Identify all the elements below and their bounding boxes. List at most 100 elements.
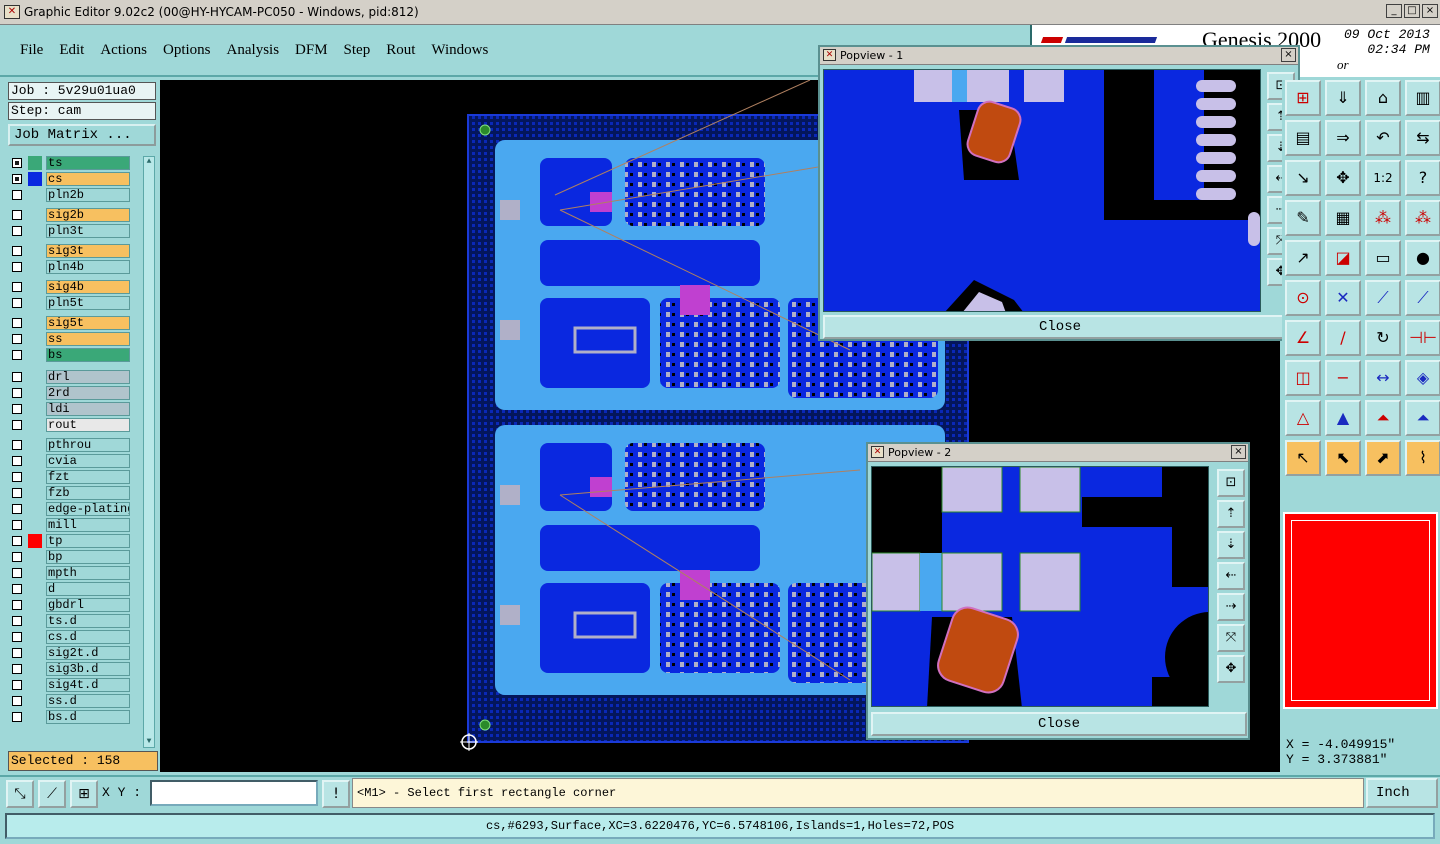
- layer-checkbox[interactable]: [12, 350, 22, 360]
- layer-checkbox[interactable]: [12, 456, 22, 466]
- layer-color-swatch[interactable]: [28, 280, 42, 294]
- layer-color-swatch[interactable]: [28, 502, 42, 516]
- layer-name[interactable]: sig3b.d: [46, 662, 130, 676]
- layer-scrollbar[interactable]: ▲ ▼: [143, 156, 155, 748]
- layer-row[interactable]: pln5t: [8, 296, 133, 310]
- layer-checkbox[interactable]: [12, 696, 22, 706]
- layer-color-swatch[interactable]: [28, 486, 42, 500]
- popview-2-close-icon[interactable]: ×: [1231, 445, 1246, 459]
- layer-name[interactable]: pln3t: [46, 224, 130, 238]
- layer-checkbox[interactable]: [12, 388, 22, 398]
- layer-name[interactable]: cs.d: [46, 630, 130, 644]
- triangle-icon[interactable]: △: [1285, 400, 1321, 436]
- menu-edit[interactable]: Edit: [51, 42, 92, 59]
- layer-checkbox[interactable]: [12, 600, 22, 610]
- layer-checkbox[interactable]: [12, 420, 22, 430]
- layer-row[interactable]: bp: [8, 550, 133, 564]
- line-icon[interactable]: ⟋: [1365, 280, 1401, 316]
- menu-analysis[interactable]: Analysis: [219, 42, 288, 59]
- layer-row[interactable]: pln2b: [8, 188, 133, 202]
- zoom-fit-icon[interactable]: ⤧: [1217, 624, 1245, 652]
- layer-color-swatch[interactable]: [28, 172, 42, 186]
- cursor-box-icon[interactable]: ⬉: [1325, 440, 1361, 476]
- layer-row[interactable]: sig4b: [8, 280, 133, 294]
- layer-row[interactable]: d: [8, 582, 133, 596]
- layer-name[interactable]: drl: [46, 370, 130, 384]
- menu-dfm[interactable]: DFM: [287, 42, 336, 59]
- zoom-out-icon[interactable]: ↘: [1285, 160, 1321, 196]
- layer-row[interactable]: cs.d: [8, 630, 133, 644]
- layer-checkbox[interactable]: [12, 372, 22, 382]
- layer-name[interactable]: fzt: [46, 470, 130, 484]
- layer-row[interactable]: ts.d: [8, 614, 133, 628]
- minimize-button[interactable]: _: [1386, 4, 1402, 18]
- layer-row[interactable]: sig2t.d: [8, 646, 133, 660]
- split-icon[interactable]: ▥: [1405, 80, 1440, 116]
- minus-icon[interactable]: −: [1325, 360, 1361, 396]
- layer-row[interactable]: bs.d: [8, 710, 133, 724]
- layer-name[interactable]: mpth: [46, 566, 130, 580]
- menu-file[interactable]: File: [12, 42, 51, 59]
- graph-icon[interactable]: ⊞: [1285, 80, 1321, 116]
- layer-checkbox[interactable]: [12, 584, 22, 594]
- popview-1-close-button[interactable]: Close: [823, 315, 1297, 339]
- pick-icon[interactable]: ↗: [1285, 240, 1321, 276]
- layer-name[interactable]: sig4t.d: [46, 678, 130, 692]
- layer-name[interactable]: bs: [46, 348, 130, 362]
- layer-name[interactable]: pln2b: [46, 188, 130, 202]
- layer-checkbox[interactable]: [12, 404, 22, 414]
- layer-row[interactable]: ldi: [8, 402, 133, 416]
- layer-name[interactable]: 2rd: [46, 386, 130, 400]
- layer-color-swatch[interactable]: [28, 694, 42, 708]
- measure-icon[interactable]: ⟋: [38, 780, 66, 808]
- layer-color-swatch[interactable]: [28, 332, 42, 346]
- triangle-up-icon[interactable]: ▲: [1325, 400, 1361, 436]
- layer-row[interactable]: edge-plating: [8, 502, 133, 516]
- angle-icon[interactable]: ∠: [1285, 320, 1321, 356]
- layer-checkbox[interactable]: [12, 246, 22, 256]
- slash-icon[interactable]: /: [1325, 320, 1361, 356]
- layer-row[interactable]: drl: [8, 370, 133, 384]
- layer-color-swatch[interactable]: [28, 598, 42, 612]
- triangle-blue-icon[interactable]: ⏶: [1405, 400, 1440, 436]
- layer-color-swatch[interactable]: [28, 470, 42, 484]
- layer-row[interactable]: fzb: [8, 486, 133, 500]
- layer-name[interactable]: ts: [46, 156, 130, 170]
- layer-color-swatch[interactable]: [28, 402, 42, 416]
- layer-checkbox[interactable]: [12, 440, 22, 450]
- layer-checkbox[interactable]: [12, 262, 22, 272]
- layer-color-swatch[interactable]: [28, 224, 42, 238]
- layer-row[interactable]: sig5t: [8, 316, 133, 330]
- layer-color-swatch[interactable]: [28, 566, 42, 580]
- layer-checkbox[interactable]: [12, 680, 22, 690]
- grid-icon[interactable]: ▦: [1325, 200, 1361, 236]
- layer-color-swatch[interactable]: [28, 386, 42, 400]
- layer-row[interactable]: cvia: [8, 454, 133, 468]
- square-icon[interactable]: ◫: [1285, 360, 1321, 396]
- layer-color-swatch[interactable]: [28, 646, 42, 660]
- layer-row[interactable]: cs: [8, 172, 133, 186]
- scroll-up-icon[interactable]: ▲: [144, 157, 154, 167]
- layer-name[interactable]: ldi: [46, 402, 130, 416]
- layer-checkbox[interactable]: [12, 568, 22, 578]
- layer-name[interactable]: cvia: [46, 454, 130, 468]
- popview-2-close-button[interactable]: Close: [871, 712, 1247, 736]
- layer-checkbox[interactable]: [12, 664, 22, 674]
- pan-down-icon[interactable]: ⇣: [1217, 531, 1245, 559]
- snap-icon[interactable]: ⁂: [1365, 200, 1401, 236]
- layer-row[interactable]: sig2b: [8, 208, 133, 222]
- layer-row[interactable]: ss: [8, 332, 133, 346]
- layer-checkbox[interactable]: [12, 174, 22, 184]
- scale-icon[interactable]: 1:2: [1365, 160, 1401, 196]
- layer-name[interactable]: gbdrl: [46, 598, 130, 612]
- overview-map[interactable]: [1283, 512, 1438, 709]
- layer-color-swatch[interactable]: [28, 244, 42, 258]
- layer-name[interactable]: pln4b: [46, 260, 130, 274]
- layer-icon[interactable]: ▤: [1285, 120, 1321, 156]
- menu-rout[interactable]: Rout: [378, 42, 423, 59]
- triangle-arrow-icon[interactable]: ⏶: [1365, 400, 1401, 436]
- menu-step[interactable]: Step: [336, 42, 379, 59]
- layer-row[interactable]: ts: [8, 156, 133, 170]
- layer-color-swatch[interactable]: [28, 710, 42, 724]
- home-icon[interactable]: ⌂: [1365, 80, 1401, 116]
